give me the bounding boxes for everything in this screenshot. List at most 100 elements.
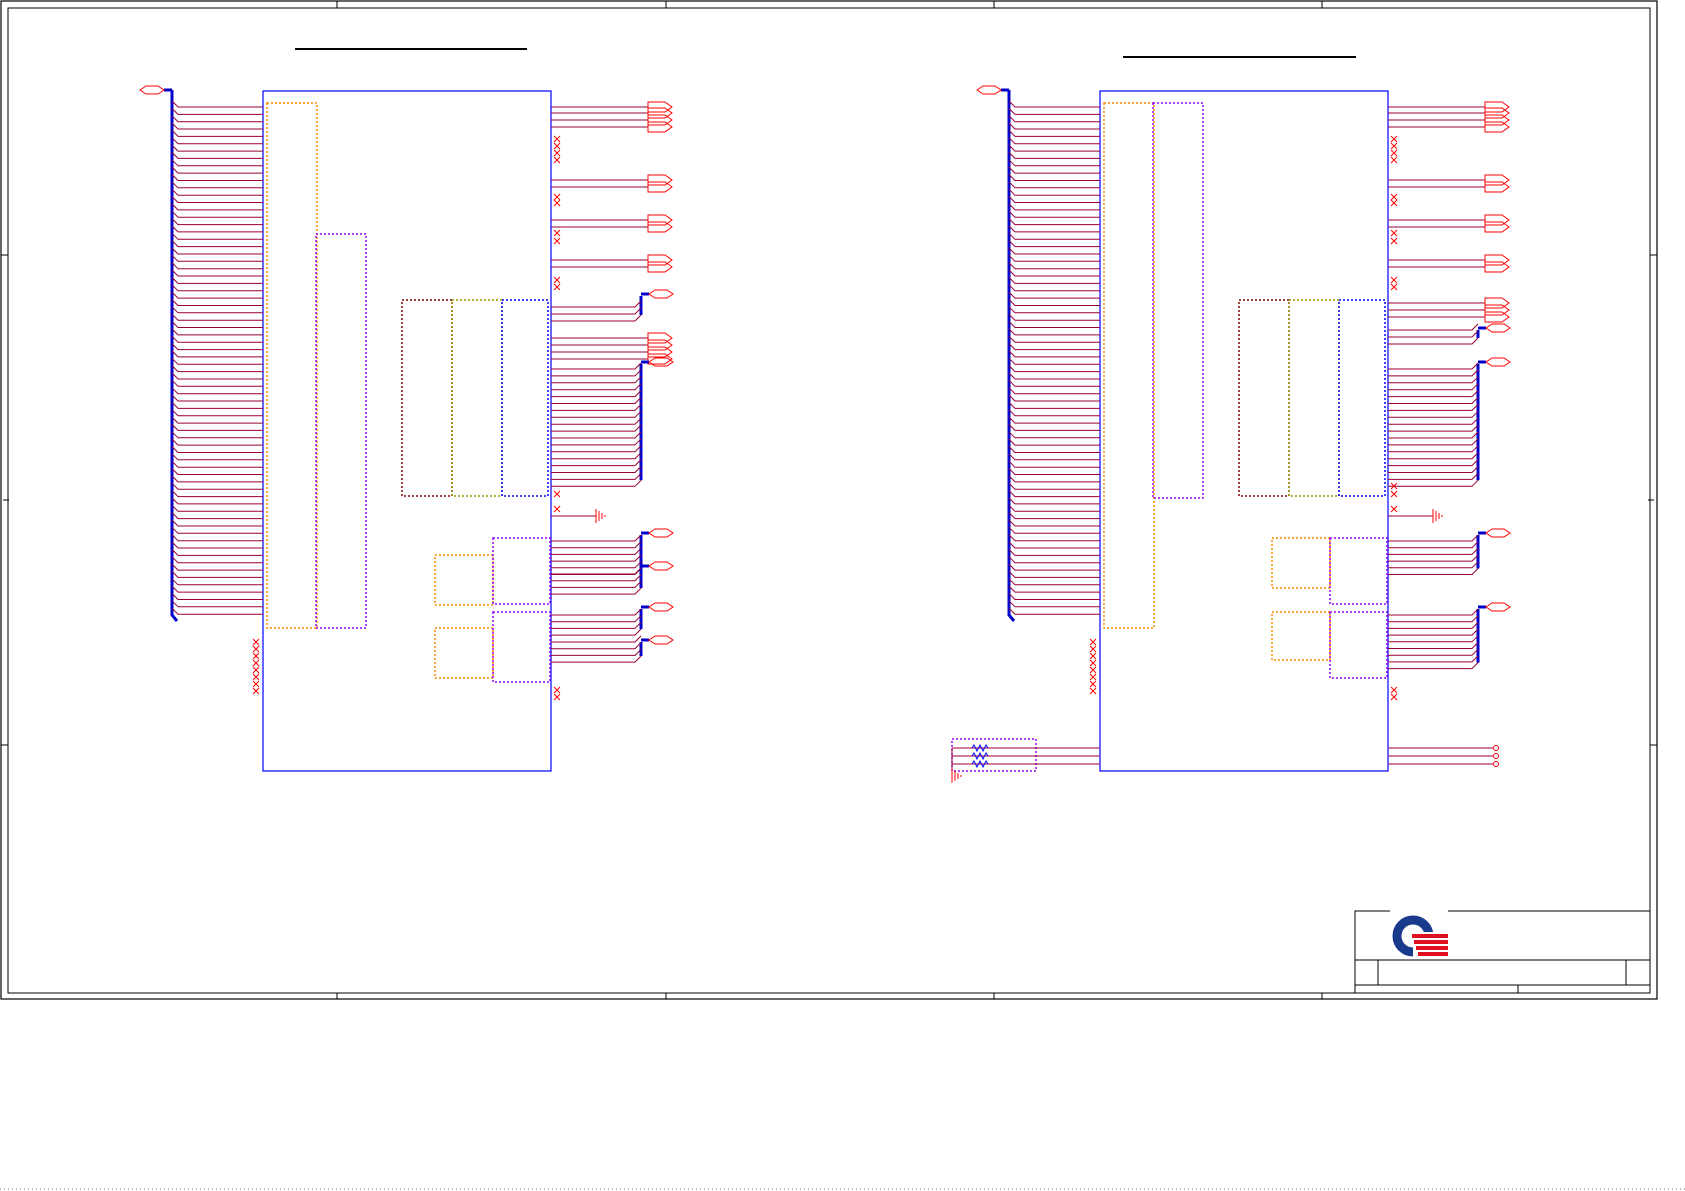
ctrl-group-a [434, 554, 494, 606]
bus-entry-wire [1388, 548, 1479, 555]
no-connect-marker [1390, 276, 1398, 284]
bus-entry-wire [171, 357, 263, 365]
bus-entry-wire [1388, 473, 1479, 480]
bus-entry-wire [171, 174, 263, 181]
bus-entry-wire [1008, 269, 1100, 277]
bus-entry-wire [1008, 210, 1100, 218]
bus-entry-wire [551, 376, 642, 384]
bus-entry-wire [1008, 475, 1100, 483]
no-connect-marker [553, 156, 561, 164]
bus-entry-wire [551, 410, 642, 418]
bus-entry-wire [1388, 369, 1479, 377]
bus-entry-wire [551, 567, 642, 575]
bus-entry-wire [1008, 556, 1100, 564]
bus-entry-wire [171, 144, 263, 152]
power-group-vss [451, 299, 503, 497]
no-connect-marker [553, 142, 561, 150]
bus-entry-wire [171, 468, 263, 475]
bus-entry-wire [171, 556, 263, 564]
no-connect-marker [1089, 652, 1097, 660]
bus-entry-wire [1008, 159, 1100, 167]
bus-entry-wire [171, 218, 263, 226]
off-page-connector [647, 261, 673, 273]
off-page-connector [1484, 174, 1510, 186]
no-connect-marker [1390, 199, 1398, 207]
bus-entry-wire [551, 438, 642, 446]
bus-output-port [1485, 357, 1511, 367]
bus-entry-wire [1008, 578, 1100, 586]
no-connect-marker [1390, 693, 1398, 701]
bus-entry-wire [1008, 218, 1100, 226]
bus-entry-wire [171, 475, 263, 483]
bus-entry-wire [1008, 438, 1100, 446]
bus-entry-wire [551, 615, 642, 623]
off-page-connector [647, 121, 673, 133]
bus-entry-wire [1008, 424, 1100, 431]
bus-entry-wire [1008, 593, 1100, 600]
bus-entry-wire [1008, 122, 1100, 130]
no-connect-marker [252, 652, 260, 660]
bus-entry-wire [171, 526, 263, 534]
bus-entry-wire [171, 122, 263, 130]
bus-entry-wire [1008, 100, 1100, 108]
bus-entry-wire [171, 541, 263, 549]
bus-entry-wire [171, 108, 263, 115]
bus-entry-wire [1388, 642, 1479, 649]
no-connect-marker [252, 638, 260, 646]
bus-entry-wire [1388, 404, 1479, 411]
no-connect-marker [252, 645, 260, 653]
no-connect-marker [553, 276, 561, 284]
no-connect-marker [252, 680, 260, 688]
no-connect-marker [553, 237, 561, 245]
bus-entry-wire [1008, 144, 1100, 152]
bus-entry-wire [551, 314, 642, 322]
bus-entry-wire [171, 482, 263, 490]
bus-entry-wire [1388, 390, 1479, 398]
bus-entry-wire [171, 490, 263, 498]
bus-entry-wire [1008, 468, 1100, 475]
bus-entry-wire [551, 574, 642, 582]
bus-entry-wire [1008, 115, 1100, 123]
bus-entry-wire [551, 655, 642, 663]
power-group-vddq [1338, 299, 1386, 497]
bus-entry-wire [551, 362, 642, 370]
bus-entry-wire [171, 416, 263, 424]
bus-entry-wire [1388, 410, 1479, 418]
off-page-connector [1484, 214, 1510, 226]
no-connect-marker [1089, 666, 1097, 674]
bus-entry-wire [171, 225, 263, 233]
bus-entry-wire [551, 459, 642, 467]
bus-entry-wire [171, 424, 263, 431]
bus-entry-wire [551, 452, 642, 460]
bus-entry-wire [551, 397, 642, 404]
bus-entry-wire [1008, 482, 1100, 490]
bus-entry-wire [551, 622, 642, 629]
bus-entry-wire [551, 424, 642, 432]
bus-input-port [139, 85, 165, 95]
off-page-connector [647, 221, 673, 233]
bus-entry-wire [171, 328, 263, 336]
bus-entry-wire [1008, 240, 1100, 248]
quanta-logo [1390, 905, 1449, 957]
off-page-connector [647, 332, 673, 344]
ctrl-group-b [1329, 537, 1388, 605]
bus-entry-wire [1008, 372, 1100, 380]
no-connect-marker [553, 199, 561, 207]
bus-entry-wire [171, 291, 263, 299]
bus-entry-wire [171, 578, 263, 586]
off-page-connector [647, 114, 673, 126]
test-point [1493, 745, 1499, 751]
no-connect-marker [553, 135, 561, 143]
bus-entry-wire [551, 431, 642, 439]
bus-entry-wire [171, 306, 263, 314]
bus-entry-wire [1388, 622, 1479, 629]
off-page-connector [647, 346, 673, 358]
bus-entry-wire [1008, 232, 1100, 240]
bus-entry-wire [1008, 460, 1100, 468]
bus-entry-wire [171, 453, 263, 461]
bus-entry-wire [551, 642, 642, 650]
bus-entry-wire [171, 600, 263, 608]
no-connect-marker [1390, 490, 1398, 498]
bus-entry-wire [551, 300, 642, 308]
bus-entry-wire [171, 232, 263, 240]
